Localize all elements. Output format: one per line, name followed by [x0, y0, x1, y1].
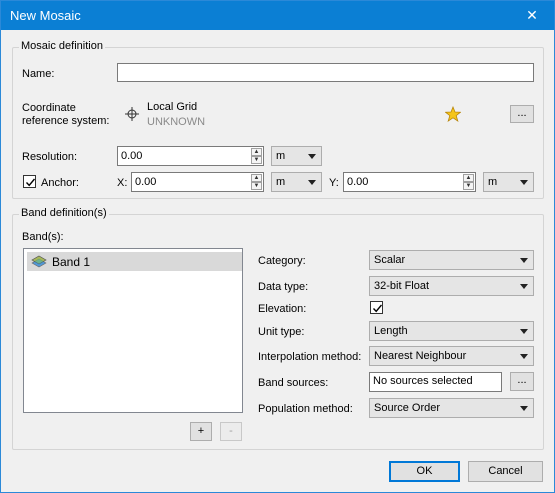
elevation-label: Elevation: [258, 303, 307, 315]
window-title: New Mosaic [10, 8, 81, 23]
band-sources-label: Band sources: [258, 377, 329, 389]
resolution-value: 0.00 [121, 150, 143, 162]
raster-layer-icon [31, 255, 47, 272]
unittype-label: Unit type: [258, 326, 305, 338]
datatype-select[interactable]: 32-bit Float [369, 276, 534, 296]
resolution-spin-arrows[interactable]: ▲ ▼ [251, 148, 262, 164]
datatype-value: 32-bit Float [374, 280, 430, 292]
anchor-x-label: X: [117, 177, 128, 189]
anchor-checkbox[interactable] [23, 175, 36, 188]
star-icon[interactable] [444, 105, 462, 125]
anchor-y-unit-select[interactable]: m [483, 172, 534, 192]
name-field[interactable] [117, 63, 534, 82]
anchor-y-value: 0.00 [347, 176, 369, 188]
chevron-down-icon [520, 406, 528, 411]
anchor-x-unit-value: m [276, 176, 286, 188]
chevron-down-icon [520, 284, 528, 289]
population-value: Source Order [374, 402, 441, 414]
add-band-button[interactable]: + [190, 422, 212, 441]
crs-subtitle: UNKNOWN [147, 116, 206, 128]
resolution-unit-value: m [276, 150, 286, 162]
crs-label-line2: reference system: [22, 115, 110, 127]
population-select[interactable]: Source Order [369, 398, 534, 418]
band-sources-browse-button[interactable]: ... [510, 372, 534, 391]
anchor-x-value: 0.00 [135, 176, 157, 188]
category-select[interactable]: Scalar [369, 250, 534, 270]
crs-name: Local Grid [147, 101, 198, 113]
anchor-y-spin-arrows[interactable]: ▲ ▼ [463, 174, 474, 190]
anchor-y-label: Y: [329, 177, 339, 189]
ok-button[interactable]: OK [389, 461, 460, 482]
interpolation-label: Interpolation method: [258, 351, 362, 363]
list-item-label: Band 1 [52, 255, 91, 269]
band-definition-legend: Band definition(s) [19, 207, 109, 219]
mosaic-definition-legend: Mosaic definition [19, 40, 105, 52]
anchor-x-spin-arrows[interactable]: ▲ ▼ [251, 174, 262, 190]
anchor-x-spinbox[interactable]: 0.00 ▲ ▼ [131, 172, 264, 192]
bands-label: Band(s): [22, 231, 64, 243]
chevron-down-icon [308, 154, 316, 159]
datatype-label: Data type: [258, 281, 309, 293]
anchor-y-unit-value: m [488, 176, 498, 188]
category-value: Scalar [374, 254, 406, 266]
bands-list[interactable]: Band 1 [23, 248, 243, 413]
unittype-value: Length [374, 325, 408, 337]
crs-browse-button[interactable]: ... [510, 105, 534, 123]
resolution-spinbox[interactable]: 0.00 ▲ ▼ [117, 146, 264, 166]
resolution-unit-select[interactable]: m [271, 146, 322, 166]
name-label: Name: [22, 68, 55, 80]
chevron-down-icon [520, 329, 528, 334]
anchor-x-unit-select[interactable]: m [271, 172, 322, 192]
anchor-label: Anchor: [41, 177, 79, 189]
list-item[interactable]: Band 1 [27, 252, 242, 271]
interpolation-select[interactable]: Nearest Neighbour [369, 346, 534, 366]
unittype-select[interactable]: Length [369, 321, 534, 341]
resolution-label: Resolution: [22, 151, 78, 163]
category-label: Category: [258, 255, 306, 267]
chevron-down-icon [520, 180, 528, 185]
cancel-button[interactable]: Cancel [468, 461, 543, 482]
chevron-down-icon [308, 180, 316, 185]
population-label: Population method: [258, 403, 353, 415]
anchor-y-spinbox[interactable]: 0.00 ▲ ▼ [343, 172, 476, 192]
close-icon[interactable]: ✕ [510, 1, 554, 30]
interpolation-value: Nearest Neighbour [374, 350, 467, 362]
crs-label-line1: Coordinate [22, 102, 76, 114]
band-sources-field[interactable]: No sources selected [369, 372, 502, 392]
chevron-down-icon [520, 354, 528, 359]
chevron-down-icon [520, 258, 528, 263]
new-mosaic-dialog: New Mosaic ✕ Mosaic definition Name: Coo… [0, 0, 555, 493]
remove-band-button[interactable]: - [220, 422, 242, 441]
crosshair-icon [125, 107, 139, 124]
elevation-checkbox[interactable] [370, 301, 383, 314]
title-bar: New Mosaic ✕ [1, 1, 554, 30]
